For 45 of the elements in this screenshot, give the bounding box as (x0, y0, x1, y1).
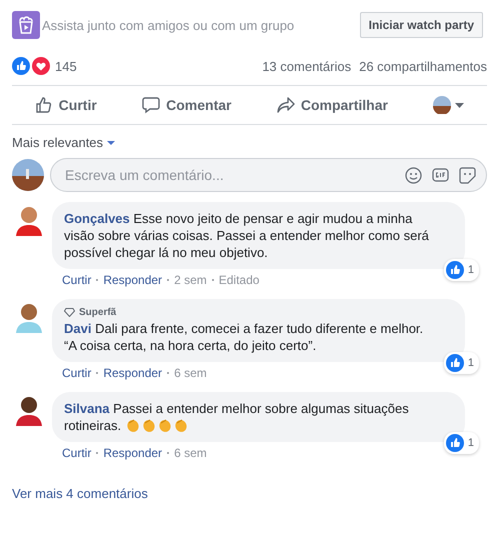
like-icon (12, 57, 30, 75)
profile-avatar (433, 96, 452, 114)
like-icon (446, 434, 464, 452)
comment-action-link[interactable]: Curtir (62, 446, 92, 460)
comment-meta-text: Editado (218, 273, 260, 287)
start-watch-party-button[interactable]: Iniciar watch party (360, 12, 483, 38)
comment-box[interactable]: Escreva um comentário... (50, 158, 487, 192)
like-icon (446, 261, 464, 279)
author-link[interactable]: Davi (64, 321, 92, 336)
comment-text: Davi Dali para frente, comecei a fazer tudo diferente e melhor. “A coisa certa, na hora certa, do jeito certo”. (64, 320, 424, 354)
comment-action-link[interactable]: Responder (103, 366, 162, 380)
comment-action-link[interactable]: Curtir (62, 366, 92, 380)
thumbs-up-icon (34, 96, 53, 114)
user-avatar (12, 159, 44, 191)
comment-count[interactable]: 13 comentários (262, 58, 352, 74)
like-count-pill[interactable]: 1 (444, 352, 479, 374)
speech-bubble-icon (142, 96, 160, 114)
share-count[interactable]: 26 compartilhamentos (359, 58, 487, 74)
caret-icon (455, 102, 464, 108)
comment-action-link[interactable]: Responder (103, 273, 162, 287)
sticker-icon[interactable] (459, 166, 476, 184)
popcorn-bucket-icon (12, 11, 40, 39)
share-arrow-icon (276, 96, 295, 114)
superfan-label: Superfã (79, 307, 116, 318)
action-button[interactable]: Comentar (136, 92, 238, 118)
like-icon (446, 354, 464, 372)
smiley-icon[interactable] (405, 166, 422, 184)
more-comments-link[interactable]: Ver mais 4 comentários (12, 486, 487, 501)
comment-action-link[interactable]: Curtir (62, 273, 92, 287)
diamond-icon (64, 308, 75, 317)
like-count-pill[interactable]: 1 (444, 259, 479, 281)
action-button[interactable]: Compartilhar (270, 92, 394, 118)
action-button[interactable]: Curtir (28, 92, 103, 118)
author-link[interactable]: Silvana (64, 401, 110, 416)
reaction-count[interactable]: 145 (55, 58, 77, 74)
comment-action-link[interactable]: Responder (103, 446, 162, 460)
comment-text: Silvana Passei a entender melhor sobre algumas situações rotineiras. (64, 400, 410, 434)
sort-dropdown[interactable]: Mais relevantes (12, 135, 116, 150)
comment-field[interactable]: Escreva um comentário... (63, 166, 395, 184)
author-link[interactable]: Gonçalves (64, 211, 130, 226)
like-count-pill[interactable]: 1 (444, 432, 479, 454)
watch-party-text: Assista junto com amigos ou com um grupo (42, 18, 294, 32)
caret-icon (107, 140, 116, 144)
comment-text: Gonçalves Esse novo jeito de pensar e agir mudou a minha visão sobre várias coisas. Passei a entender melhor como será possível chegar lá no meu objetivo. (64, 210, 430, 261)
gif-icon[interactable] (432, 168, 449, 182)
